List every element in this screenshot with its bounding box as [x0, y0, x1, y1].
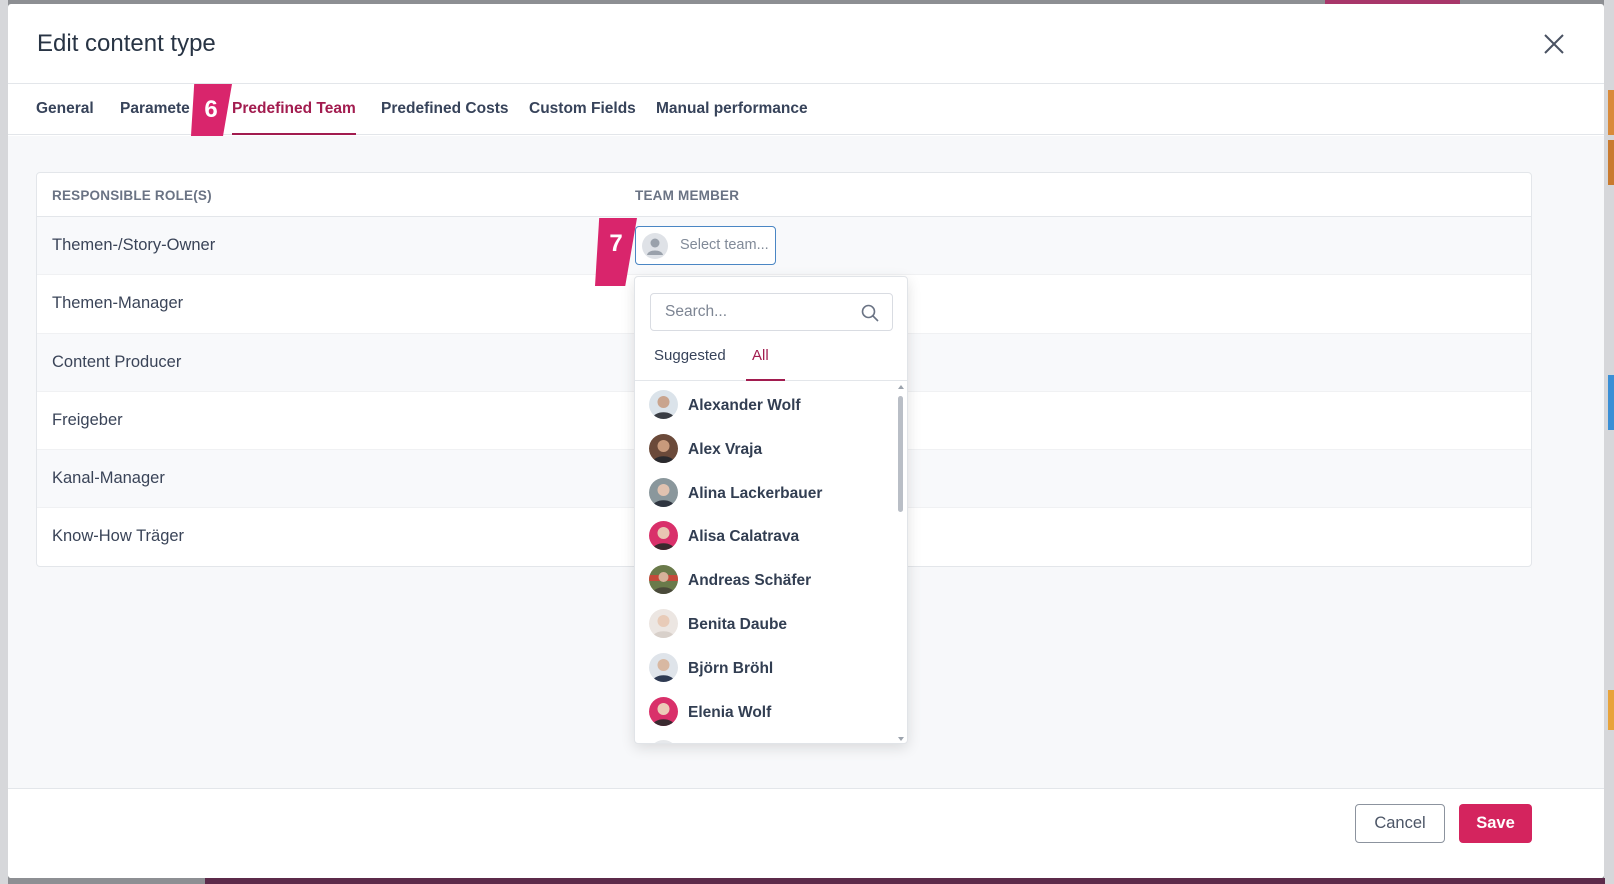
role-label: Freigeber	[52, 410, 123, 429]
table-header: RESPONSIBLE ROLE(S) TEAM MEMBER	[37, 173, 1531, 217]
list-item[interactable]: Alisa Calatrava	[635, 513, 893, 557]
modal-header: Edit content type	[8, 4, 1604, 84]
person-name: Elenia Wolf	[688, 703, 772, 721]
tab-suggested[interactable]: Suggested	[654, 347, 726, 381]
avatar	[649, 477, 678, 507]
tab-general[interactable]: General	[36, 84, 94, 135]
avatar	[649, 608, 678, 638]
list-item[interactable]: Elenia Wolf	[635, 689, 893, 733]
list-item[interactable]	[635, 732, 893, 743]
list-item[interactable]: Andreas Schäfer	[635, 557, 893, 601]
team-member-placeholder: Select team...	[680, 237, 769, 253]
save-button[interactable]: Save	[1459, 804, 1532, 843]
background-accent	[1608, 375, 1614, 430]
list-item[interactable]: Alina Lackerbauer	[635, 470, 893, 514]
person-name: Alisa Calatrava	[688, 528, 800, 546]
person-name: Alina Lackerbauer	[688, 484, 823, 502]
search-input[interactable]	[652, 295, 852, 329]
role-label: Kanal-Manager	[52, 469, 165, 488]
tab-predefined-team[interactable]: Predefined Team	[232, 84, 356, 135]
role-label: Know-How Träger	[52, 527, 185, 546]
tab-bar: General Paramete Predefined Team Predefi…	[8, 84, 1604, 152]
tab-custom-fields[interactable]: Custom Fields	[529, 84, 636, 135]
scroll-up-icon[interactable]	[898, 385, 904, 389]
tab-predefined-costs[interactable]: Predefined Costs	[381, 84, 508, 135]
background-page-left	[0, 0, 8, 884]
list-item[interactable]: Alexander Wolf	[635, 382, 893, 426]
header-team-member: TEAM MEMBER	[635, 188, 740, 203]
tab-all[interactable]: All	[746, 347, 785, 381]
tab-parameters[interactable]: Paramete	[120, 84, 190, 135]
people-list: Alexander Wolf Alex Vraja Alina Lackerba…	[635, 382, 893, 743]
search-icon[interactable]	[860, 303, 880, 323]
cancel-button[interactable]: Cancel	[1355, 804, 1445, 843]
background-accent	[1608, 140, 1614, 185]
avatar	[649, 433, 678, 463]
modal-footer: Cancel Save	[8, 788, 1604, 878]
avatar	[649, 740, 678, 743]
list-item[interactable]: Alex Vraja	[635, 426, 893, 470]
scrollbar-thumb[interactable]	[898, 396, 903, 512]
background-bar	[205, 878, 1605, 884]
modal-title: Edit content type	[37, 30, 216, 57]
user-placeholder-icon	[642, 233, 668, 259]
dropdown-tabs: Suggested All	[635, 341, 907, 381]
list-item[interactable]: Benita Daube	[635, 601, 893, 645]
team-member-select[interactable]: Select team...	[635, 226, 776, 265]
close-button[interactable]	[1542, 32, 1566, 56]
person-name: Andreas Schäfer	[688, 572, 812, 590]
person-name: Benita Daube	[688, 615, 788, 633]
person-name: Björn Bröhl	[688, 659, 774, 677]
dropdown-scrollbar[interactable]	[895, 382, 907, 743]
role-label: Content Producer	[52, 352, 182, 371]
close-icon	[1544, 34, 1564, 54]
edit-content-type-modal: Edit content type General Paramete Prede…	[8, 4, 1604, 878]
avatar	[649, 565, 678, 595]
person-name: Alexander Wolf	[688, 397, 801, 414]
avatar	[649, 521, 678, 551]
background-accent	[1608, 690, 1614, 730]
role-label: Themen-Manager	[52, 294, 184, 313]
scroll-down-icon[interactable]	[898, 737, 904, 741]
header-roles: RESPONSIBLE ROLE(S)	[52, 188, 212, 203]
list-item[interactable]: Björn Bröhl	[635, 645, 893, 689]
role-label: Themen-/Story-Owner	[52, 236, 216, 254]
table-row: Themen-/Story-Owner Select team...	[37, 217, 1531, 276]
avatar	[649, 390, 678, 419]
team-member-dropdown: Suggested All Alexander Wolf Alex Vraja …	[634, 276, 908, 744]
tab-manual-performance[interactable]: Manual performance	[656, 84, 808, 135]
search-box	[650, 293, 893, 331]
person-name: Alex Vraja	[688, 440, 763, 458]
avatar	[649, 652, 678, 682]
background-accent	[1608, 90, 1614, 135]
avatar	[649, 696, 678, 726]
